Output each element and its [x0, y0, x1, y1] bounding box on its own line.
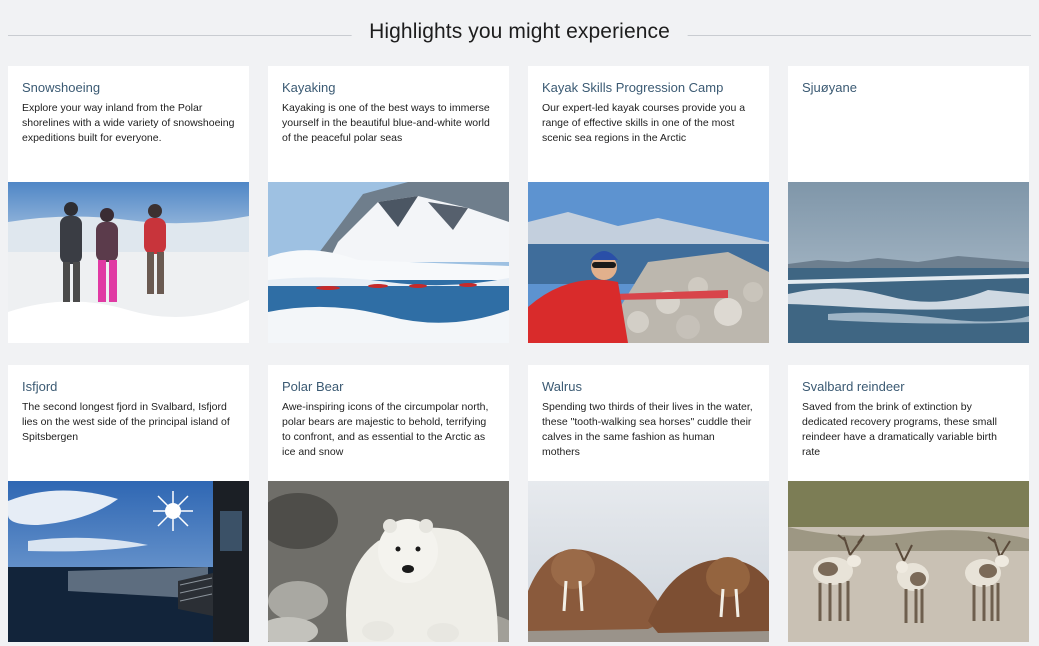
kayaker-rocky-shore-image[interactable] [528, 182, 769, 343]
highlights-page: Highlights you might experience Snowshoe… [0, 0, 1039, 646]
card-description: Kayaking is one of the best ways to imme… [282, 102, 490, 144]
highlight-card-polar-bear[interactable]: Polar Bear Awe-inspiring icons of the ci… [268, 365, 509, 642]
card-title[interactable]: Snowshoeing [22, 80, 235, 96]
highlight-card-walrus[interactable]: Walrus Spending two thirds of their live… [528, 365, 769, 642]
section-header: Highlights you might experience [8, 14, 1031, 54]
card-title[interactable]: Polar Bear [282, 379, 495, 395]
fjord-sun-image[interactable] [8, 481, 249, 642]
card-text: Isfjord The second longest fjord in Sval… [8, 365, 249, 481]
card-text: Polar Bear Awe-inspiring icons of the ci… [268, 365, 509, 481]
card-title[interactable]: Sjuøyane [802, 80, 1015, 96]
reindeer-image[interactable] [788, 481, 1029, 642]
highlight-card-sjuoyane[interactable]: Sjuøyane [788, 66, 1029, 343]
card-text: Walrus Spending two thirds of their live… [528, 365, 769, 481]
card-title[interactable]: Walrus [542, 379, 755, 395]
highlight-card-snowshoeing[interactable]: Snowshoeing Explore your way inland from… [8, 66, 249, 343]
snowshoe-hikers-image[interactable] [8, 182, 249, 343]
highlight-card-kayak-skills[interactable]: Kayak Skills Progression Camp Our expert… [528, 66, 769, 343]
card-description: Spending two thirds of their lives in th… [542, 401, 753, 458]
card-text: Kayak Skills Progression Camp Our expert… [528, 66, 769, 182]
highlight-card-isfjord[interactable]: Isfjord The second longest fjord in Sval… [8, 365, 249, 642]
walrus-image[interactable] [528, 481, 769, 642]
card-title[interactable]: Svalbard reindeer [802, 379, 1015, 395]
card-title[interactable]: Kayak Skills Progression Camp [542, 80, 755, 96]
card-text: Sjuøyane [788, 66, 1029, 182]
section-title: Highlights you might experience [351, 20, 688, 44]
highlights-grid: Snowshoeing Explore your way inland from… [8, 66, 1029, 642]
card-text: Svalbard reindeer Saved from the brink o… [788, 365, 1029, 481]
highlight-card-reindeer[interactable]: Svalbard reindeer Saved from the brink o… [788, 365, 1029, 642]
card-title[interactable]: Isfjord [22, 379, 235, 395]
card-text: Snowshoeing Explore your way inland from… [8, 66, 249, 182]
card-description: Our expert-led kayak courses provide you… [542, 102, 746, 144]
polar-bear-image[interactable] [268, 481, 509, 642]
card-description: The second longest fjord in Svalbard, Is… [22, 401, 230, 443]
card-description: Saved from the brink of extinction by de… [802, 401, 997, 458]
sea-ice-image[interactable] [788, 182, 1029, 343]
card-title[interactable]: Kayaking [282, 80, 495, 96]
card-description: Explore your way inland from the Polar s… [22, 102, 235, 144]
card-description: Awe-inspiring icons of the circumpolar n… [282, 401, 489, 458]
card-text: Kayaking Kayaking is one of the best way… [268, 66, 509, 182]
kayakers-glacier-image[interactable] [268, 182, 509, 343]
highlight-card-kayaking[interactable]: Kayaking Kayaking is one of the best way… [268, 66, 509, 343]
